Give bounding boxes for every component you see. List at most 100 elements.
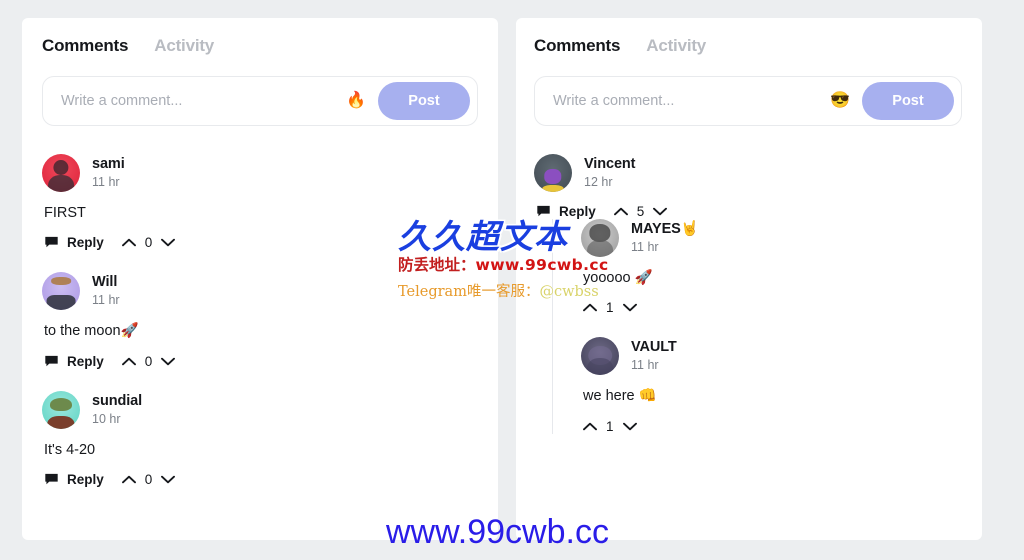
vote-count: 1 (606, 300, 614, 316)
comment-item: sundial 10 hr It's 4-20 Reply 0 (42, 390, 478, 487)
vote-count: 1 (606, 418, 614, 434)
avatar-mayes[interactable] (581, 219, 619, 257)
avatar-shape-head (544, 169, 562, 185)
vote-controls: 0 (121, 353, 176, 369)
fire-emoji[interactable]: 🔥 (346, 93, 366, 109)
comment-input-right[interactable] (553, 93, 825, 109)
avatar-sundial[interactable] (42, 390, 80, 429)
comment-body: yooooo 🚀 (583, 270, 653, 286)
speech-bubble-icon (45, 237, 58, 248)
comment-item: sami 11 hr FIRST Reply 0 (42, 154, 478, 250)
comment-header: sundial 10 hr (42, 390, 478, 429)
comment-meta: VAULT 11 hr (631, 338, 677, 374)
comments-dual-panel: Comments Activity 🔥 Post sami 11 hr (0, 0, 1024, 560)
vote-controls: 0 (121, 471, 176, 487)
comment-composer-left: 🔥 Post (42, 76, 478, 126)
tab-activity-right[interactable]: Activity (646, 36, 706, 56)
comment-author[interactable]: Vincent (584, 155, 636, 173)
sunglasses-emoji[interactable]: 😎 (830, 93, 850, 109)
comment-author[interactable]: sundial (92, 392, 142, 410)
comment-input-left[interactable] (61, 93, 341, 109)
vote-count: 5 (636, 204, 645, 219)
reply-button[interactable]: Reply (44, 472, 104, 487)
post-button-right[interactable]: Post (862, 82, 954, 120)
post-button-left[interactable]: Post (378, 82, 470, 120)
comment-item: Vincent 12 hr Reply 5 MAYES🤘 11 hr yoooo… (534, 154, 962, 434)
comment-actions: Reply 0 (44, 354, 478, 369)
tab-comments-left[interactable]: Comments (42, 36, 128, 56)
comment-header: Vincent 12 hr (534, 154, 962, 192)
chevron-down-icon[interactable] (622, 422, 637, 431)
comment-body: FIRST (44, 205, 86, 221)
panel-right-content: Comments Activity 😎 Post Vincent 12 h (516, 18, 982, 540)
comment-meta: MAYES🤘 11 hr (631, 220, 699, 256)
comment-author[interactable]: VAULT (631, 338, 677, 356)
comment-timestamp: 10 hr (92, 411, 121, 426)
tab-bar-left: Comments Activity (42, 36, 478, 56)
tab-comments-right[interactable]: Comments (534, 36, 620, 56)
comment-actions: Reply 0 (44, 472, 478, 487)
speech-bubble-icon (45, 355, 58, 366)
comments-panel-right: Comments Activity 😎 Post Vincent 12 h (516, 18, 982, 540)
avatar-sami[interactable] (42, 154, 80, 192)
avatar-vault[interactable] (581, 337, 619, 376)
comment-body: to the moon🚀 (44, 323, 139, 340)
chevron-down-icon[interactable] (161, 475, 176, 484)
comment-timestamp: 11 hr (631, 240, 659, 255)
avatar-shape-body (587, 357, 613, 376)
comment-header: sami 11 hr (42, 154, 478, 192)
comment-meta: Vincent 12 hr (584, 155, 636, 191)
comment-meta: Will 11 hr (92, 273, 120, 309)
comment-timestamp: 11 hr (92, 175, 120, 190)
avatar-shape-body (48, 174, 74, 192)
chevron-up-icon[interactable] (583, 422, 597, 431)
speech-bubble-icon (45, 473, 58, 485)
chevron-down-icon[interactable] (622, 303, 637, 312)
speech-bubble-icon (537, 205, 550, 217)
chevron-up-icon[interactable] (613, 207, 628, 216)
chevron-down-icon[interactable] (161, 357, 176, 366)
reply-item: MAYES🤘 11 hr yooooo 🚀 1 (581, 219, 962, 315)
avatar-shape-head (53, 160, 69, 176)
avatar-shape-body (47, 415, 75, 429)
comment-body: we here 👊 (583, 388, 657, 405)
chevron-up-icon[interactable] (583, 303, 597, 312)
reply-button[interactable]: Reply (44, 354, 104, 369)
comments-panel-left: Comments Activity 🔥 Post sami 11 hr (22, 18, 498, 540)
comment-actions: 1 (583, 419, 962, 434)
reply-button[interactable]: Reply (44, 235, 104, 250)
comment-actions: Reply 5 (536, 204, 962, 219)
comment-composer-right: 😎 Post (534, 76, 962, 126)
avatar-shape-head (49, 398, 73, 412)
vote-count: 0 (144, 353, 153, 369)
chevron-down-icon[interactable] (653, 207, 668, 216)
panel-left-content: Comments Activity 🔥 Post sami 11 hr (22, 18, 498, 540)
comment-author[interactable]: sami (92, 155, 125, 173)
comment-meta: sundial 10 hr (92, 392, 142, 428)
reply-label: Reply (67, 471, 104, 487)
vote-count: 0 (144, 471, 153, 487)
reply-thread: MAYES🤘 11 hr yooooo 🚀 1 VAULT 11 hr we h… (552, 219, 962, 434)
chevron-up-icon[interactable] (121, 475, 136, 484)
vote-controls: 5 (613, 204, 668, 219)
vote-controls: 0 (121, 235, 176, 250)
avatar-vincent[interactable] (534, 154, 572, 192)
comment-author[interactable]: MAYES🤘 (631, 220, 699, 238)
comment-body: It's 4-20 (44, 441, 96, 458)
reply-button[interactable]: Reply (536, 204, 596, 219)
avatar-shape-head (51, 276, 71, 286)
comment-author[interactable]: Will (92, 273, 120, 291)
avatar-shape-body (541, 185, 565, 192)
comment-timestamp: 11 hr (631, 358, 659, 373)
vote-controls: 1 (583, 419, 637, 434)
tab-activity-left[interactable]: Activity (154, 36, 214, 56)
avatar-will[interactable] (42, 272, 80, 311)
comment-actions: 1 (583, 300, 962, 315)
chevron-up-icon[interactable] (121, 357, 136, 366)
comment-header: Will 11 hr (42, 272, 478, 311)
chevron-down-icon[interactable] (161, 238, 176, 247)
tab-bar-right: Comments Activity (534, 36, 962, 56)
chevron-up-icon[interactable] (121, 238, 136, 247)
reply-item: VAULT 11 hr we here 👊 1 (581, 337, 962, 434)
comment-timestamp: 12 hr (584, 175, 613, 190)
